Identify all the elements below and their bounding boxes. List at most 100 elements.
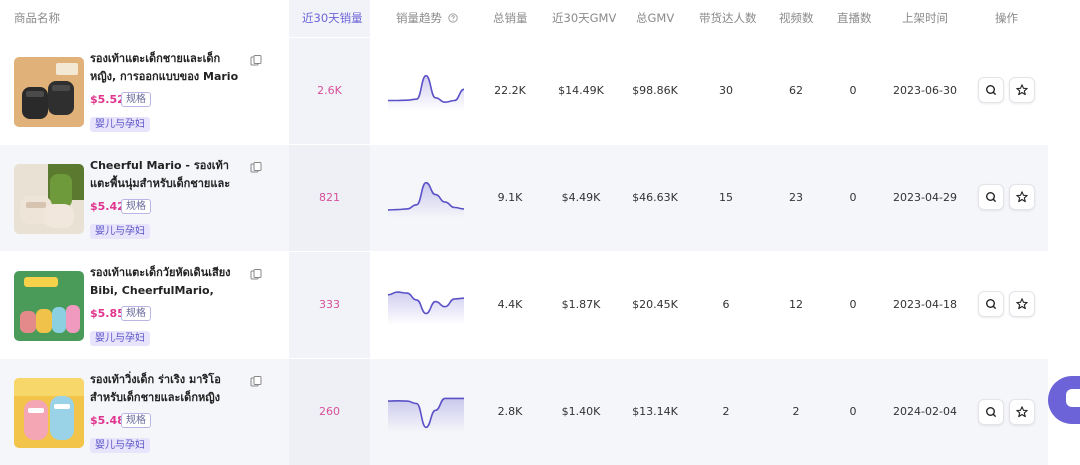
category-tag[interactable]: 婴儿与孕妇 [90, 117, 150, 132]
sandal-image [14, 164, 84, 234]
sandal-image [14, 57, 84, 127]
search-icon [986, 407, 997, 418]
creators-value: 6 [722, 298, 730, 311]
listed-date-value: 2023-06-30 [893, 84, 957, 97]
videos-value: 12 [789, 298, 803, 311]
gmv-30d-value: $1.40K [561, 405, 601, 418]
product-title[interactable]: รองเท้าแตะเด็กชายและเด็กหญิง, การออกแบบข… [90, 50, 245, 86]
table-row[interactable]: รองเท้าแตะเด็กวัยหัดเดินเสียง Bibi, Chee… [0, 252, 1048, 358]
spec-button[interactable]: 规格 [121, 92, 151, 107]
spec-button[interactable]: 规格 [121, 413, 151, 428]
star-icon [1016, 298, 1028, 310]
sparkline-area [388, 292, 464, 325]
category-tag[interactable]: 婴儿与孕妇 [90, 331, 150, 346]
sales-trend-sparkline [388, 291, 464, 325]
table-row[interactable]: รองเท้าแตะเด็กชายและเด็กหญิง, การออกแบบข… [0, 38, 1048, 144]
header-lives[interactable]: 直播数 [837, 0, 872, 37]
lives-value: 0 [849, 405, 857, 418]
sandal-image [14, 378, 84, 448]
product-card: รองเท้าแตะเด็กวัยหัดเดินเสียง Bibi, Chee… [0, 252, 289, 358]
favorite-button[interactable] [1009, 184, 1035, 210]
favorite-button[interactable] [1009, 77, 1035, 103]
sparkline-area [388, 75, 464, 111]
copy-icon[interactable] [249, 375, 263, 389]
header-total-sales[interactable]: 总销量 [493, 0, 528, 37]
chat-bubble-icon [1066, 389, 1080, 407]
lives-value: 0 [849, 191, 857, 204]
search-icon [986, 299, 997, 310]
gmv-30d-value: $1.87K [561, 298, 601, 311]
search-icon [986, 85, 997, 96]
favorite-button[interactable] [1009, 399, 1035, 425]
product-price: $5.48 [90, 414, 125, 427]
search-button[interactable] [978, 399, 1004, 425]
total-gmv-value: $46.63K [632, 191, 678, 204]
total-sales-value: 4.4K [497, 298, 523, 311]
search-icon [986, 192, 997, 203]
spec-button[interactable]: 规格 [121, 199, 151, 214]
product-card: รองเท้าวิ่งเด็ก ร่าเริง มาริโอ สำหรับเด็… [0, 359, 289, 465]
header-sales-30d[interactable]: 近30天销量 [302, 0, 363, 37]
copy-icon[interactable] [249, 161, 263, 175]
product-table: 商品名称 近30天销量 销量趋势 总销量 近30天GMV 总GMV 带货达人数 … [0, 0, 1048, 465]
favorite-button[interactable] [1009, 291, 1035, 317]
star-icon [1016, 84, 1028, 96]
sales-30d-value: 821 [319, 191, 340, 204]
videos-value: 2 [792, 405, 800, 418]
creators-value: 30 [719, 84, 733, 97]
sales-trend-sparkline [388, 397, 464, 432]
product-price: $5.85 [90, 307, 125, 320]
product-thumbnail[interactable] [14, 57, 84, 127]
question-circle-icon[interactable] [448, 13, 458, 23]
sales-trend-sparkline [388, 74, 464, 111]
star-icon [1016, 406, 1028, 418]
product-title[interactable]: รองเท้าแตะเด็กวัยหัดเดินเสียง Bibi, Chee… [90, 264, 245, 300]
header-videos[interactable]: 视频数 [779, 0, 814, 37]
category-tag[interactable]: 婴儿与孕妇 [90, 224, 150, 239]
lives-value: 0 [849, 84, 857, 97]
total-gmv-value: $98.86K [632, 84, 678, 97]
sales-30d-value: 2.6K [317, 84, 342, 97]
sales-30d-value: 333 [319, 298, 340, 311]
chat-button[interactable] [1048, 376, 1080, 424]
header-sales-trend: 销量趋势 [396, 0, 458, 37]
star-icon [1016, 191, 1028, 203]
header-creators[interactable]: 带货达人数 [699, 0, 757, 37]
search-button[interactable] [978, 184, 1004, 210]
sales-30d-value: 260 [319, 405, 340, 418]
spec-button[interactable]: 规格 [121, 306, 151, 321]
header-gmv-30d[interactable]: 近30天GMV [552, 0, 616, 37]
product-card: Cheerful Mario - รองเท้าแตะพื้นนุ่มสำหรั… [0, 145, 289, 251]
listed-date-value: 2023-04-18 [893, 298, 957, 311]
total-gmv-value: $13.14K [632, 405, 678, 418]
listed-date-value: 2024-02-04 [893, 405, 957, 418]
gmv-30d-value: $14.49K [558, 84, 604, 97]
sales-trend-sparkline [388, 181, 464, 218]
header-listed-date[interactable]: 上架时间 [902, 0, 948, 37]
gmv-30d-value: $4.49K [561, 191, 601, 204]
header-actions: 操作 [995, 11, 1018, 25]
total-gmv-value: $20.45K [632, 298, 678, 311]
table-row[interactable]: Cheerful Mario - รองเท้าแตะพื้นนุ่มสำหรั… [0, 145, 1048, 251]
sparkline-area [388, 182, 464, 218]
product-thumbnail[interactable] [14, 271, 84, 341]
search-button[interactable] [978, 291, 1004, 317]
product-title[interactable]: รองเท้าวิ่งเด็ก ร่าเริง มาริโอ สำหรับเด็… [90, 371, 245, 407]
table-row[interactable]: รองเท้าวิ่งเด็ก ร่าเริง มาริโอ สำหรับเด็… [0, 359, 1048, 465]
product-title[interactable]: Cheerful Mario - รองเท้าแตะพื้นนุ่มสำหรั… [90, 157, 245, 193]
search-button[interactable] [978, 77, 1004, 103]
header-total-gmv[interactable]: 总GMV [636, 0, 674, 37]
header-sales-trend-label: 销量趋势 [396, 11, 442, 25]
category-tag[interactable]: 婴儿与孕妇 [90, 438, 150, 453]
total-sales-value: 2.8K [497, 405, 523, 418]
header-product-name: 商品名称 [14, 11, 60, 25]
product-thumbnail[interactable] [14, 164, 84, 234]
product-thumbnail[interactable] [14, 378, 84, 448]
creators-value: 15 [719, 191, 733, 204]
product-price: $5.42 [90, 200, 125, 213]
copy-icon[interactable] [249, 54, 263, 68]
copy-icon[interactable] [249, 268, 263, 282]
lives-value: 0 [849, 298, 857, 311]
videos-value: 23 [789, 191, 803, 204]
product-card: รองเท้าแตะเด็กชายและเด็กหญิง, การออกแบบข… [0, 38, 289, 144]
